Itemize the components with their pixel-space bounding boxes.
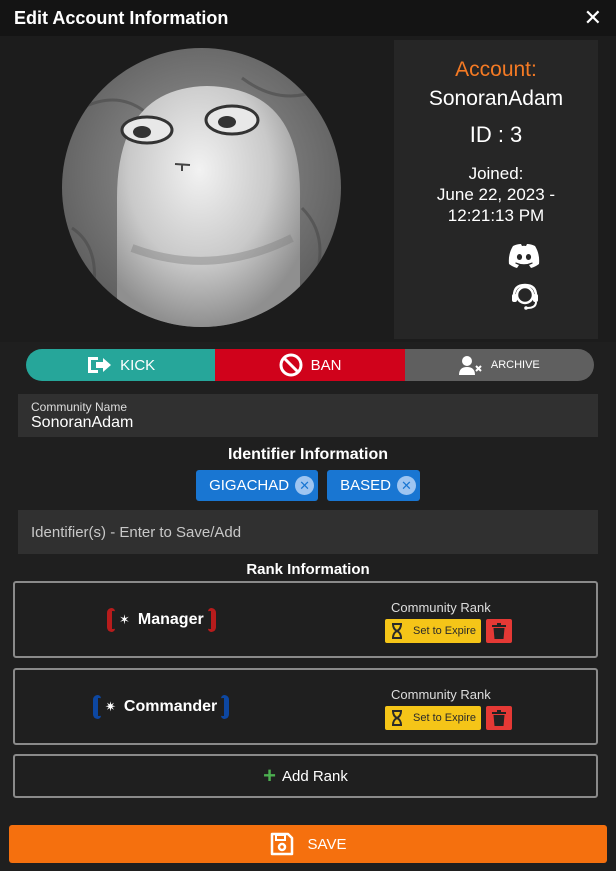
account-label: Account: (455, 58, 537, 81)
kick-button[interactable]: KICK (26, 349, 216, 381)
badge-bracket-left (107, 608, 115, 632)
identifier-chip: GIGACHAD ✕ (196, 470, 319, 501)
support-headset-icon[interactable] (511, 282, 539, 310)
set-to-expire-label: Set to Expire (413, 712, 476, 724)
delete-rank-button[interactable] (486, 706, 512, 730)
rank-name: Manager (137, 611, 204, 628)
trash-icon (492, 710, 506, 726)
identifier-input[interactable] (18, 510, 598, 554)
identifier-chip-list: GIGACHAD ✕ BASED ✕ (0, 470, 616, 501)
profile-area: Account: SonoranAdam ID : 3 Joined: June… (0, 36, 616, 342)
save-label: SAVE (307, 835, 347, 853)
kick-label: KICK (120, 356, 156, 374)
identifier-field (18, 510, 598, 554)
account-action-bar: KICK BAN ARCHIVE (26, 349, 594, 381)
discord-icon[interactable] (508, 244, 540, 268)
floppy-disk-icon (270, 832, 293, 856)
window-title: Edit Account Information (14, 7, 229, 28)
add-rank-label: Add Rank (281, 767, 348, 785)
remove-chip-icon[interactable]: ✕ (295, 476, 315, 495)
hourglass-icon (392, 623, 402, 639)
user-remove-icon (458, 356, 482, 375)
delete-rank-button[interactable] (486, 619, 512, 643)
plus-icon: + (263, 763, 276, 788)
joined-value: June 22, 2023 - 12:21:13 PM (436, 185, 556, 225)
rank-card: ✷ Commander Community Rank Set to Expire (13, 668, 598, 745)
ban-label: BAN (310, 356, 342, 374)
account-info-panel: Account: SonoranAdam ID : 3 Joined: June… (394, 40, 598, 339)
set-to-expire-button[interactable]: Set to Expire (385, 706, 481, 730)
rank-icon: ✶ (119, 612, 130, 627)
identifier-chip: BASED ✕ (327, 470, 420, 501)
trash-icon (492, 623, 506, 639)
joined-label: Joined: (468, 164, 524, 183)
hourglass-icon (392, 710, 402, 726)
rank-badge: ✶ Manager (107, 608, 216, 632)
ban-icon (279, 353, 303, 377)
account-name: SonoranAdam (428, 87, 564, 110)
rank-name: Commander (123, 698, 218, 715)
badge-bracket-right (207, 608, 216, 632)
save-button[interactable]: SAVE (9, 825, 607, 863)
door-exit-icon (88, 357, 112, 373)
badge-bracket-right (221, 695, 230, 719)
badge-bracket-left (93, 695, 101, 719)
rank-type-label: Community Rank (391, 687, 491, 702)
set-to-expire-button[interactable]: Set to Expire (385, 619, 481, 643)
ban-button[interactable]: BAN (215, 349, 405, 381)
rank-card: ✶ Manager Community Rank Set to Expire (13, 581, 598, 658)
rank-badge: ✷ Commander (93, 695, 230, 719)
identifier-chip-label: BASED (340, 477, 391, 494)
archive-button[interactable]: ARCHIVE (404, 349, 594, 381)
archive-label: ARCHIVE (490, 359, 540, 371)
identifier-chip-label: GIGACHAD (209, 477, 290, 494)
set-to-expire-label: Set to Expire (413, 625, 476, 637)
remove-chip-icon[interactable]: ✕ (396, 476, 416, 495)
avatar (62, 48, 341, 327)
rank-icon: ✷ (105, 699, 116, 714)
rank-heading: Rank Information (246, 561, 370, 578)
identifier-heading: Identifier Information (228, 446, 388, 463)
title-bar: Edit Account Information ✕ (0, 0, 616, 36)
community-name-label: Community Name (31, 400, 128, 414)
account-id: ID : 3 (469, 122, 523, 147)
rank-type-label: Community Rank (391, 600, 491, 615)
community-name-field[interactable]: Community Name SonoranAdam (18, 394, 598, 437)
add-rank-button[interactable]: + Add Rank (13, 754, 598, 798)
community-name-value[interactable]: SonoranAdam (31, 414, 133, 432)
close-icon[interactable]: ✕ (584, 7, 602, 29)
